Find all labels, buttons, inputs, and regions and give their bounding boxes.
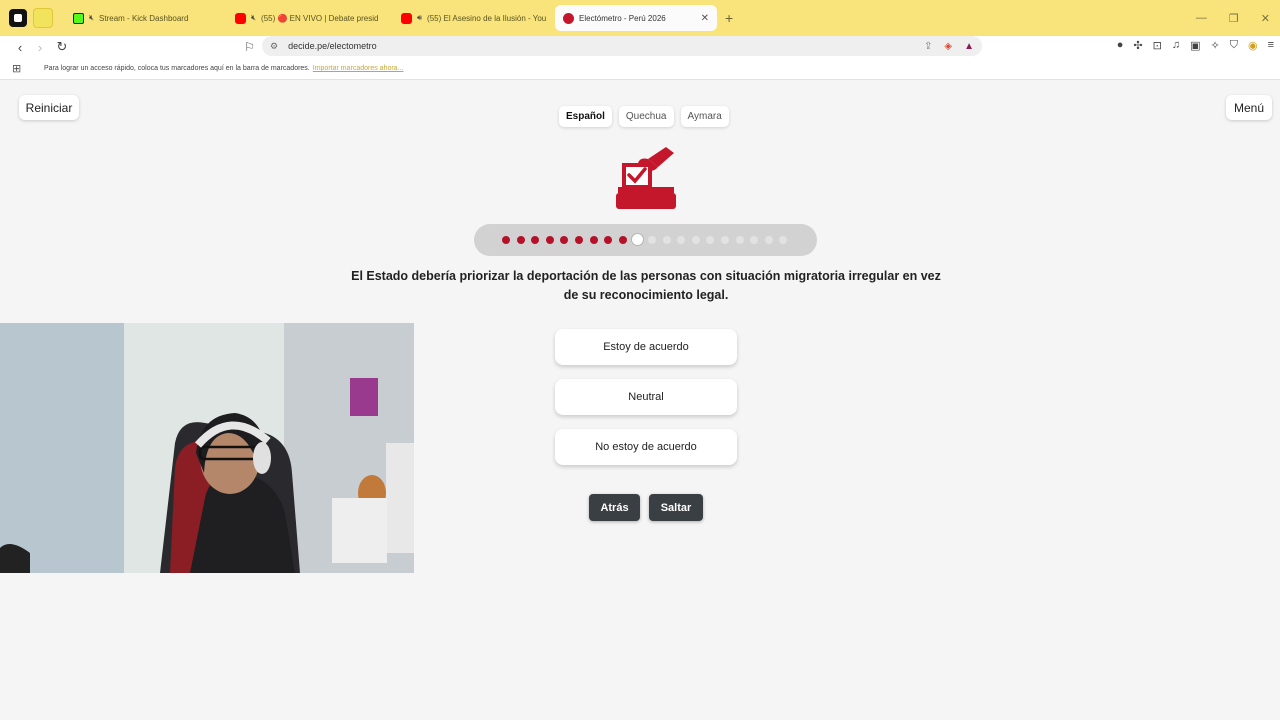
speaker-icon: 🔊︎ bbox=[417, 13, 423, 22]
answer-disagree-button[interactable]: No estoy de acuerdo bbox=[555, 429, 737, 465]
browser-tab-bar: 🔇︎ Stream - Kick Dashboard 🔇︎ (55) 🔴 EN … bbox=[0, 0, 1280, 36]
bookmarks-bar: ⊞ Para lograr un acceso rápido, coloca t… bbox=[0, 58, 1280, 80]
language-option-espanol[interactable]: Español bbox=[559, 106, 612, 127]
minimize-icon[interactable]: — bbox=[1196, 12, 1207, 25]
tab-title: (55) 🔴 EN VIVO | Debate presid bbox=[261, 13, 379, 23]
brave-menu-icon[interactable] bbox=[9, 9, 27, 27]
brave-rewards-icon[interactable]: ▲ bbox=[964, 41, 974, 52]
answer-agree-button[interactable]: Estoy de acuerdo bbox=[555, 329, 737, 365]
tab-title: Stream - Kick Dashboard bbox=[99, 13, 189, 23]
progress-dot-answered bbox=[531, 236, 540, 244]
webcam-overlay-image bbox=[0, 323, 414, 573]
window-controls: — ❐ ✕ bbox=[1196, 12, 1270, 25]
brave-shields-icon[interactable]: ◈ bbox=[944, 41, 952, 52]
cookie-extension-icon[interactable]: ● bbox=[1117, 39, 1124, 52]
tab-kick-dashboard[interactable]: 🔇︎ Stream - Kick Dashboard bbox=[65, 5, 221, 31]
progress-dot-answered bbox=[575, 236, 583, 244]
ballot-box-icon bbox=[616, 147, 676, 209]
vpn-icon[interactable]: ⛉ bbox=[1230, 39, 1238, 52]
tab-youtube-debate[interactable]: 🔇︎ (55) 🔴 EN VIVO | Debate presid bbox=[227, 5, 387, 31]
url-bar[interactable]: ⚙ decide.pe/electometro ⇪ ◈ ▲ bbox=[262, 36, 982, 56]
tab-youtube-asesino[interactable]: 🔊︎ (55) El Asesino de la Ilusión - You bbox=[393, 5, 549, 31]
progress-dot-pending bbox=[648, 236, 656, 244]
progress-dot-pending bbox=[764, 236, 773, 244]
question-progress-bar bbox=[474, 224, 817, 256]
progress-dot-pending bbox=[735, 236, 744, 244]
back-button[interactable]: ‹ bbox=[10, 40, 30, 55]
bookmarks-hint: Para lograr un acceso rápido, coloca tus… bbox=[44, 65, 310, 72]
tab-title: (55) El Asesino de la Ilusión - You bbox=[427, 13, 547, 23]
address-toolbar: ‹ › ↻ ⚐ ⚙ decide.pe/electometro ⇪ ◈ ▲ ● … bbox=[0, 36, 1280, 58]
progress-dot-pending bbox=[721, 236, 729, 244]
url-text: decide.pe/electometro bbox=[288, 41, 377, 51]
leo-icon[interactable]: ✧ bbox=[1211, 39, 1220, 52]
kick-icon bbox=[73, 12, 84, 24]
progress-dot-answered bbox=[502, 236, 510, 244]
forward-button[interactable]: › bbox=[30, 40, 50, 55]
extensions-area: ● ✣ ⊡ ♫ ▣ ✧ ⛉ ◉ ≡ bbox=[1117, 39, 1274, 52]
language-option-aymara[interactable]: Aymara bbox=[680, 106, 729, 127]
progress-dot-pending bbox=[779, 236, 788, 244]
youtube-icon bbox=[401, 12, 412, 24]
progress-dot-answered bbox=[589, 236, 598, 244]
question-text: El Estado debería priorizar la deportaci… bbox=[351, 269, 941, 302]
wallet-icon[interactable]: ◉ bbox=[1248, 39, 1258, 52]
electometro-icon bbox=[563, 12, 574, 24]
bookmark-icon[interactable]: ⚐ bbox=[244, 40, 255, 54]
progress-dot-answered bbox=[516, 236, 525, 244]
progress-dot-answered bbox=[545, 236, 554, 244]
sidebar-icon[interactable]: ▣ bbox=[1190, 39, 1200, 52]
back-step-button[interactable]: Atrás bbox=[589, 494, 640, 521]
progress-dot-pending bbox=[691, 236, 700, 244]
hamburger-menu-icon[interactable]: ≡ bbox=[1268, 39, 1274, 52]
progress-dot-pending bbox=[706, 236, 715, 244]
media-icon[interactable]: ♫ bbox=[1172, 39, 1180, 52]
site-settings-icon[interactable]: ⚙ bbox=[270, 41, 278, 52]
progress-dot-current bbox=[630, 233, 644, 246]
language-option-quechua[interactable]: Quechua bbox=[618, 106, 674, 127]
puzzle-extension-icon[interactable]: ✣ bbox=[1133, 39, 1142, 52]
restore-icon[interactable]: ❐ bbox=[1229, 12, 1239, 25]
screenshot-icon[interactable]: ⊡ bbox=[1153, 39, 1162, 52]
muted-speaker-icon: 🔇︎ bbox=[89, 13, 95, 22]
progress-dot-pending bbox=[677, 236, 686, 244]
language-selector: Español Quechua Aymara bbox=[559, 106, 729, 127]
apps-grid-icon[interactable]: ⊞ bbox=[12, 62, 34, 75]
share-icon[interactable]: ⇪ bbox=[924, 41, 932, 52]
tab-electometro[interactable]: Electómetro - Perú 2026 ✕ bbox=[555, 5, 717, 31]
skip-button[interactable]: Saltar bbox=[649, 494, 703, 521]
youtube-icon bbox=[235, 12, 246, 24]
progress-dot-answered bbox=[560, 236, 569, 244]
import-bookmarks-link[interactable]: Importar marcadores ahora... bbox=[313, 65, 404, 72]
reload-button[interactable]: ↻ bbox=[52, 39, 72, 55]
extension-icon[interactable] bbox=[33, 8, 53, 28]
close-tab-icon[interactable]: ✕ bbox=[701, 13, 709, 24]
progress-dot-pending bbox=[750, 236, 759, 244]
new-tab-button[interactable]: + bbox=[725, 10, 733, 26]
muted-speaker-icon: 🔇︎ bbox=[251, 13, 257, 22]
restart-button[interactable]: Reiniciar bbox=[19, 95, 79, 120]
tab-title: Electómetro - Perú 2026 bbox=[579, 13, 666, 23]
progress-dot-answered bbox=[618, 236, 627, 244]
progress-dot-pending bbox=[662, 236, 671, 244]
answer-neutral-button[interactable]: Neutral bbox=[555, 379, 737, 415]
close-window-icon[interactable]: ✕ bbox=[1261, 12, 1270, 25]
progress-dot-answered bbox=[604, 236, 613, 244]
menu-button[interactable]: Menú bbox=[1226, 95, 1272, 120]
